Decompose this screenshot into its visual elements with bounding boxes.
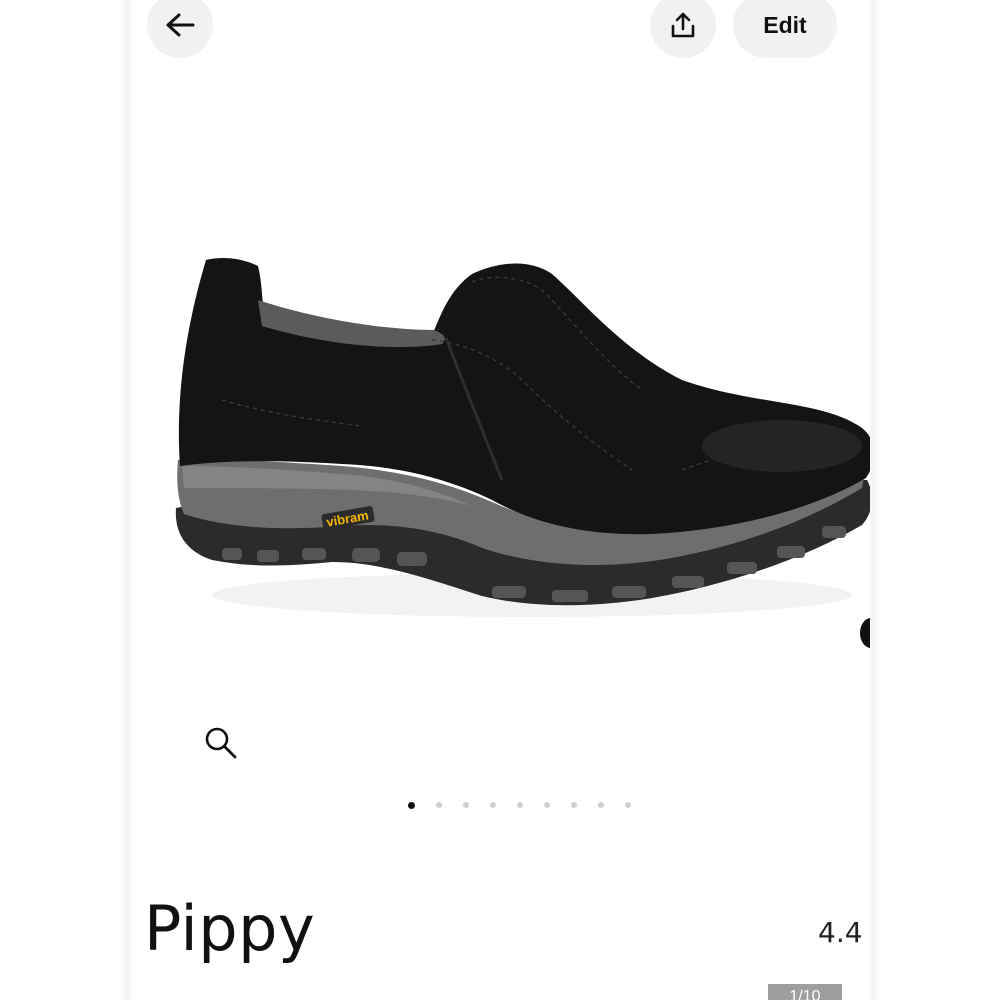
pagination-dot[interactable] — [544, 802, 550, 808]
arrow-left-icon — [166, 13, 195, 37]
image-pagination-dots — [408, 801, 631, 809]
product-image[interactable]: vibram — [162, 230, 870, 630]
app-frame: Edit vibram Pippy 4.4 1/10 — [0, 0, 1000, 1000]
edit-button[interactable]: Edit — [733, 0, 837, 58]
share-button[interactable] — [650, 0, 716, 58]
pagination-dot[interactable] — [625, 802, 631, 808]
product-screen: Edit vibram Pippy 4.4 1/10 — [132, 0, 870, 1000]
pagination-dot[interactable] — [571, 802, 577, 808]
share-upload-icon — [671, 12, 695, 38]
pagination-dot[interactable] — [436, 802, 442, 808]
pagination-dot[interactable] — [490, 802, 496, 808]
back-button[interactable] — [147, 0, 213, 58]
pagination-dot[interactable] — [517, 802, 523, 808]
magnifier-icon — [205, 727, 237, 759]
next-image-peek — [860, 618, 870, 648]
zoom-button[interactable] — [198, 720, 244, 766]
pagination-dot[interactable] — [598, 802, 604, 808]
suede-sheen — [702, 420, 862, 472]
image-counter-badge: 1/10 — [768, 984, 842, 1000]
pagination-dot[interactable] — [408, 801, 415, 809]
product-title: Pippy — [144, 892, 316, 965]
product-rating: 4.4 — [818, 916, 863, 949]
pagination-dot[interactable] — [463, 802, 469, 808]
